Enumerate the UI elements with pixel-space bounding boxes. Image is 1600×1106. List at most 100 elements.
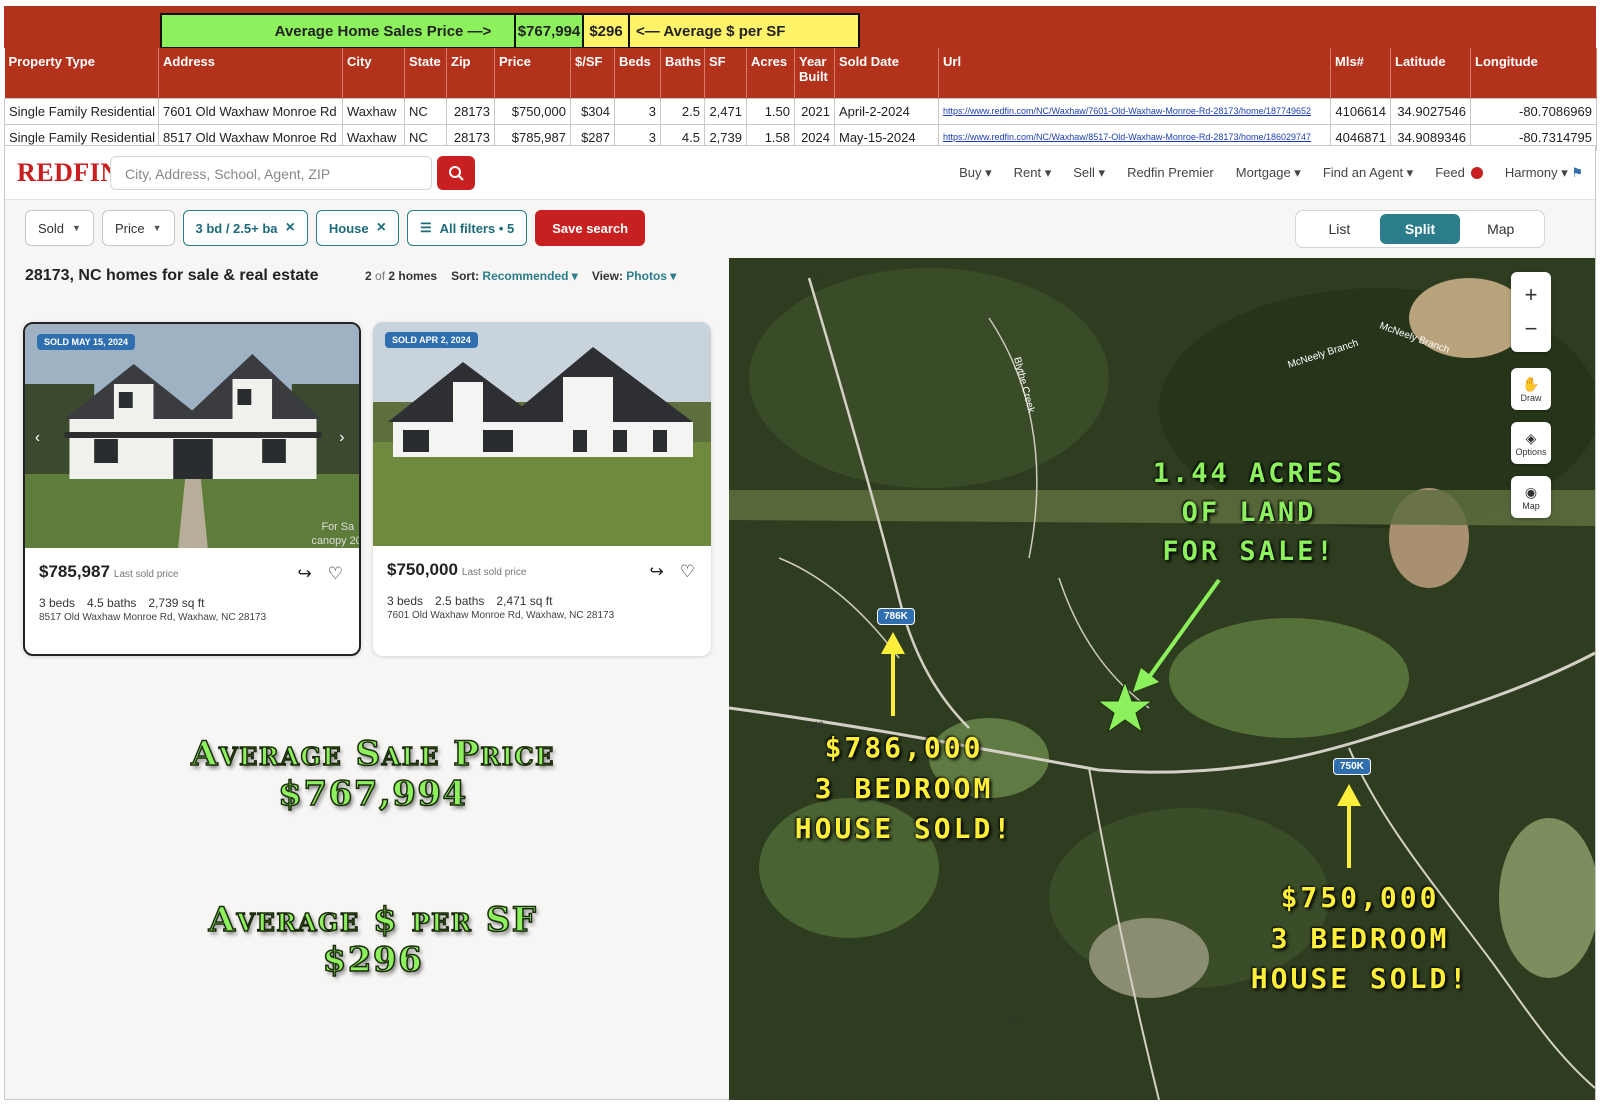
table-header-cell: Property Type	[4, 48, 159, 98]
table-header-cell: Address	[158, 48, 343, 98]
land-for-sale-callout: 1.44 ACRES OF LAND FOR SALE!	[1152, 458, 1346, 568]
nav-user-menu[interactable]: Harmony ▾ ⚑	[1505, 165, 1583, 181]
listing-price: $750,000 Last sold price	[387, 560, 527, 579]
table-cell: $750,000	[494, 97, 571, 125]
options-button[interactable]: ◈ Options	[1511, 422, 1551, 464]
results-meta: 2 of 2 homes Sort: Recommended ▾ View: P…	[365, 269, 676, 283]
main-nav: Buy ▾ Rent ▾ Sell ▾ Redfin Premier Mortg…	[959, 165, 1583, 181]
sold-filter-label: Sold	[38, 220, 65, 236]
close-icon[interactable]: ×	[377, 219, 386, 237]
table-header-cell: Mls#	[1330, 48, 1391, 98]
nav-mortgage[interactable]: Mortgage ▾	[1236, 165, 1301, 181]
zoom-in-button[interactable]: +	[1525, 278, 1538, 312]
avg-psf-label: <— Average $ per SF	[636, 22, 786, 40]
hand-icon: ✋	[1522, 375, 1540, 392]
listing-beds: 3 beds	[387, 594, 424, 608]
table-cell: 2021	[794, 97, 835, 125]
zoom-out-button[interactable]: −	[1525, 312, 1538, 346]
all-filters-label: All filters • 5	[439, 220, 515, 236]
table-body: Single Family Residential 7601 Old Waxhaw…	[4, 97, 1597, 151]
search-input[interactable]: City, Address, School, Agent, ZIP	[110, 156, 432, 190]
flag-icon: ⚑	[1571, 165, 1583, 180]
table-cell: NC	[404, 97, 447, 125]
card-actions: ↪ ♡	[650, 562, 696, 582]
sort-dropdown[interactable]: Sort: Recommended ▾	[451, 269, 578, 283]
sold-filter[interactable]: Sold ▼	[25, 210, 94, 246]
map-price-pin[interactable]: 786K	[877, 608, 915, 625]
photo-watermark: For Sa	[321, 521, 355, 533]
results-title: 28173, NC homes for sale & real estate	[25, 267, 319, 284]
top-bar: REDFIN City, Address, School, Agent, ZIP…	[5, 146, 1595, 200]
listing-photo[interactable]	[373, 322, 711, 546]
chevron-right-icon[interactable]: ›	[339, 429, 344, 446]
table-header-cell: Baths	[660, 48, 705, 98]
chevron-left-icon[interactable]: ‹	[35, 429, 40, 446]
map-road-1113: 1113	[1003, 1014, 1022, 1024]
table-cell: 7601 Old Waxhaw Monroe Rd	[158, 97, 343, 125]
avg-price-label: Average Home Sales Price —>	[274, 22, 492, 40]
save-search-button[interactable]: Save search	[535, 210, 646, 246]
table-header-cell: State	[404, 48, 447, 98]
listing-address: 8517 Old Waxhaw Monroe Rd, Waxhaw, NC 28…	[39, 612, 267, 623]
globe-icon: ◉	[1524, 483, 1538, 500]
home-type-filter[interactable]: House ×	[315, 210, 399, 246]
all-filters-button[interactable]: ☰ All filters • 5	[406, 210, 528, 246]
heart-icon[interactable]: ♡	[680, 562, 695, 582]
redfin-app: REDFIN City, Address, School, Agent, ZIP…	[4, 145, 1596, 1100]
spreadsheet: Average Home Sales Price —> $767,994 $29…	[4, 6, 1597, 151]
heart-icon[interactable]: ♡	[328, 564, 343, 584]
sliders-icon: ☰	[419, 220, 432, 235]
map-type-button[interactable]: ◉ Map	[1511, 476, 1551, 518]
nav-feed-label: Feed	[1435, 165, 1465, 180]
nav-feed[interactable]: Feed	[1435, 165, 1483, 181]
map-type-label: Map	[1522, 500, 1540, 511]
table-header-cell: $/SF	[570, 48, 615, 98]
share-icon[interactable]: ↪	[298, 564, 312, 584]
view-dropdown[interactable]: View: Photos ▾	[592, 269, 677, 283]
options-label: Options	[1515, 446, 1547, 457]
beds-baths-filter-label: 3 bd / 2.5+ ba	[195, 220, 278, 236]
map-price-pin[interactable]: 750K	[1333, 758, 1371, 775]
sold-house-2-callout: $750,000 3 BEDROOM HOUSE SOLD!	[1250, 881, 1470, 996]
user-name: Harmony ▾	[1504, 165, 1568, 180]
table-header-cell: Acres	[746, 48, 795, 98]
avg-price-value: $767,994	[514, 15, 582, 47]
table-cell: 34.9027546	[1390, 97, 1471, 125]
table-cell: -80.7086969	[1470, 97, 1597, 125]
listing-card[interactable]: SOLD APR 2, 2024 $750,000 Last sold price…	[373, 322, 711, 656]
table-header-cell: Price	[494, 48, 571, 98]
listing-sqft: 2,471 sq ft	[496, 594, 553, 608]
avg-psf-callout: Average $ per SF $296	[25, 899, 721, 981]
filter-bar: Sold ▼ Price ▼ 3 bd / 2.5+ ba × House × ☰ All…	[25, 210, 646, 246]
avg-psf-banner: $296 <— Average $ per SF	[584, 13, 860, 49]
redfin-logo[interactable]: REDFIN	[17, 158, 120, 188]
avg-psf-title: Average $ per SF	[208, 899, 538, 941]
satellite-map[interactable]: McNeely Branch McNeely Branch Blythe Cre…	[729, 258, 1595, 1100]
nav-rent[interactable]: Rent ▾	[1014, 165, 1052, 181]
view-map-button[interactable]: Map	[1460, 214, 1541, 244]
table-cell: $304	[570, 97, 615, 125]
nav-buy[interactable]: Buy ▾	[959, 165, 992, 181]
draw-button[interactable]: ✋ Draw	[1511, 368, 1551, 410]
beds-baths-filter[interactable]: 3 bd / 2.5+ ba ×	[182, 210, 308, 246]
view-list-button[interactable]: List	[1299, 214, 1380, 244]
share-icon[interactable]: ↪	[650, 562, 664, 582]
avg-sale-price-title: Average Sale Price	[190, 733, 555, 775]
search-button[interactable]	[437, 156, 475, 190]
nav-sell[interactable]: Sell ▾	[1073, 165, 1105, 181]
table-cell: Waxhaw	[342, 97, 405, 125]
nav-find-agent[interactable]: Find an Agent ▾	[1323, 165, 1413, 181]
results-count: 2 of 2 homes	[365, 269, 438, 283]
table-cell-link[interactable]: https://www.redfin.com/NC/Waxhaw/7601-Ol…	[938, 97, 1331, 125]
close-icon[interactable]: ×	[286, 219, 295, 237]
notification-dot-icon	[1470, 167, 1483, 179]
sales-table: Property Type Address City State Zip Price $/S…	[4, 48, 1597, 151]
listing-photo[interactable]: For Sa canopy 202 ‹ ›	[25, 324, 359, 548]
sold-badge: SOLD MAY 15, 2024	[37, 334, 136, 350]
zoom-controls: + −	[1511, 272, 1551, 352]
price-filter[interactable]: Price ▼	[101, 210, 175, 246]
view-split-button[interactable]: Split	[1379, 214, 1461, 244]
table-cell: Single Family Residential	[4, 97, 159, 125]
nav-premier[interactable]: Redfin Premier	[1127, 165, 1214, 181]
listing-card[interactable]: For Sa canopy 202 ‹ › SOLD MAY 15, 2024 …	[23, 322, 361, 656]
